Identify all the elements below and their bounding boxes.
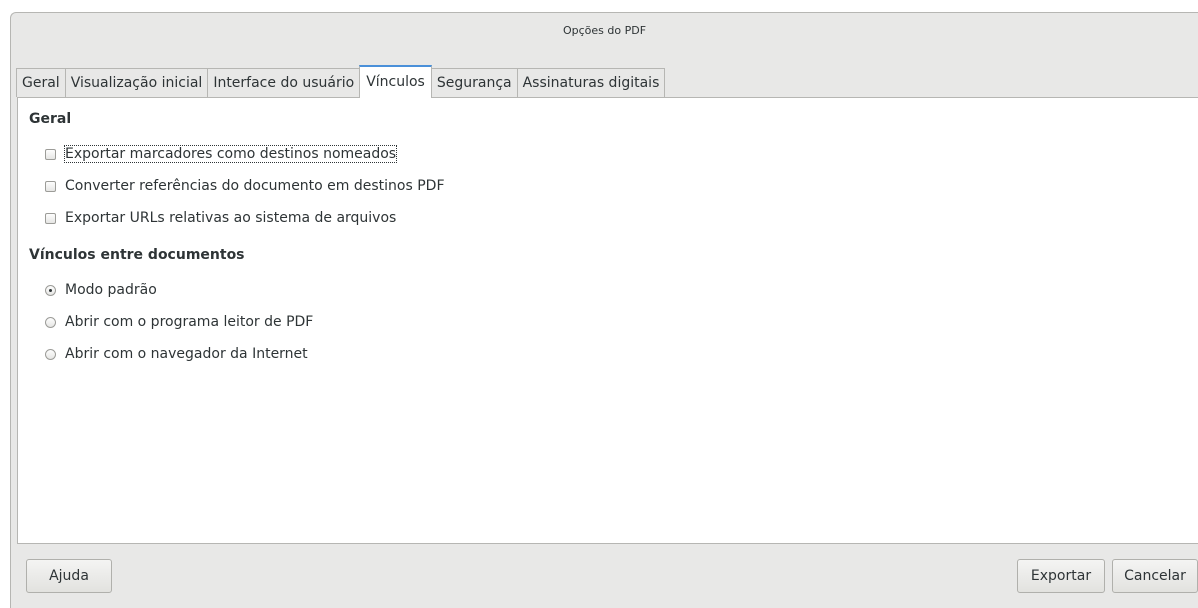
tab-user-interface[interactable]: Interface do usuário <box>207 68 361 97</box>
convert-references-checkbox[interactable] <box>45 180 56 192</box>
default-mode-option[interactable]: Modo padrão <box>45 280 157 300</box>
export-button[interactable]: Exportar <box>1017 559 1105 593</box>
export-bookmarks-checkbox[interactable] <box>45 148 56 160</box>
cross-document-section-title: Vínculos entre documentos <box>29 247 245 263</box>
internet-browser-radio[interactable] <box>45 348 56 360</box>
export-bookmarks-option[interactable]: Exportar marcadores como destinos nomead… <box>45 144 398 164</box>
export-bookmarks-label: Exportar marcadores como destinos nomead… <box>63 145 398 163</box>
pdf-options-dialog: Opções do PDF Geral Visualização inicial… <box>10 12 1198 608</box>
convert-references-label: Converter referências do documento em de… <box>65 178 445 194</box>
general-section-title: Geral <box>29 111 72 127</box>
help-button[interactable]: Ajuda <box>26 559 112 593</box>
dialog-title: Opções do PDF <box>562 24 647 37</box>
tab-security[interactable]: Segurança <box>430 68 518 97</box>
tab-initial-view[interactable]: Visualização inicial <box>64 68 209 97</box>
cancel-button[interactable]: Cancelar <box>1112 559 1198 593</box>
tab-links[interactable]: Vínculos <box>359 65 432 98</box>
tab-general[interactable]: Geral <box>16 68 66 97</box>
internet-browser-option[interactable]: Abrir com o navegador da Internet <box>45 344 308 364</box>
links-tab-panel: Geral Exportar marcadores como destinos … <box>17 97 1198 544</box>
relative-urls-label: Exportar URLs relativas ao sistema de ar… <box>65 210 397 226</box>
default-mode-label: Modo padrão <box>65 282 157 298</box>
internet-browser-label: Abrir com o navegador da Internet <box>65 346 308 362</box>
relative-urls-option[interactable]: Exportar URLs relativas ao sistema de ar… <box>45 208 396 228</box>
relative-urls-checkbox[interactable] <box>45 212 56 224</box>
tab-bar: Geral Visualização inicial Interface do … <box>16 65 666 98</box>
pdf-reader-option[interactable]: Abrir com o programa leitor de PDF <box>45 312 313 332</box>
tab-digital-signatures[interactable]: Assinaturas digitais <box>516 68 666 97</box>
default-mode-radio[interactable] <box>45 284 56 296</box>
pdf-reader-label: Abrir com o programa leitor de PDF <box>65 314 314 330</box>
pdf-reader-radio[interactable] <box>45 316 56 328</box>
convert-references-option[interactable]: Converter referências do documento em de… <box>45 176 445 196</box>
